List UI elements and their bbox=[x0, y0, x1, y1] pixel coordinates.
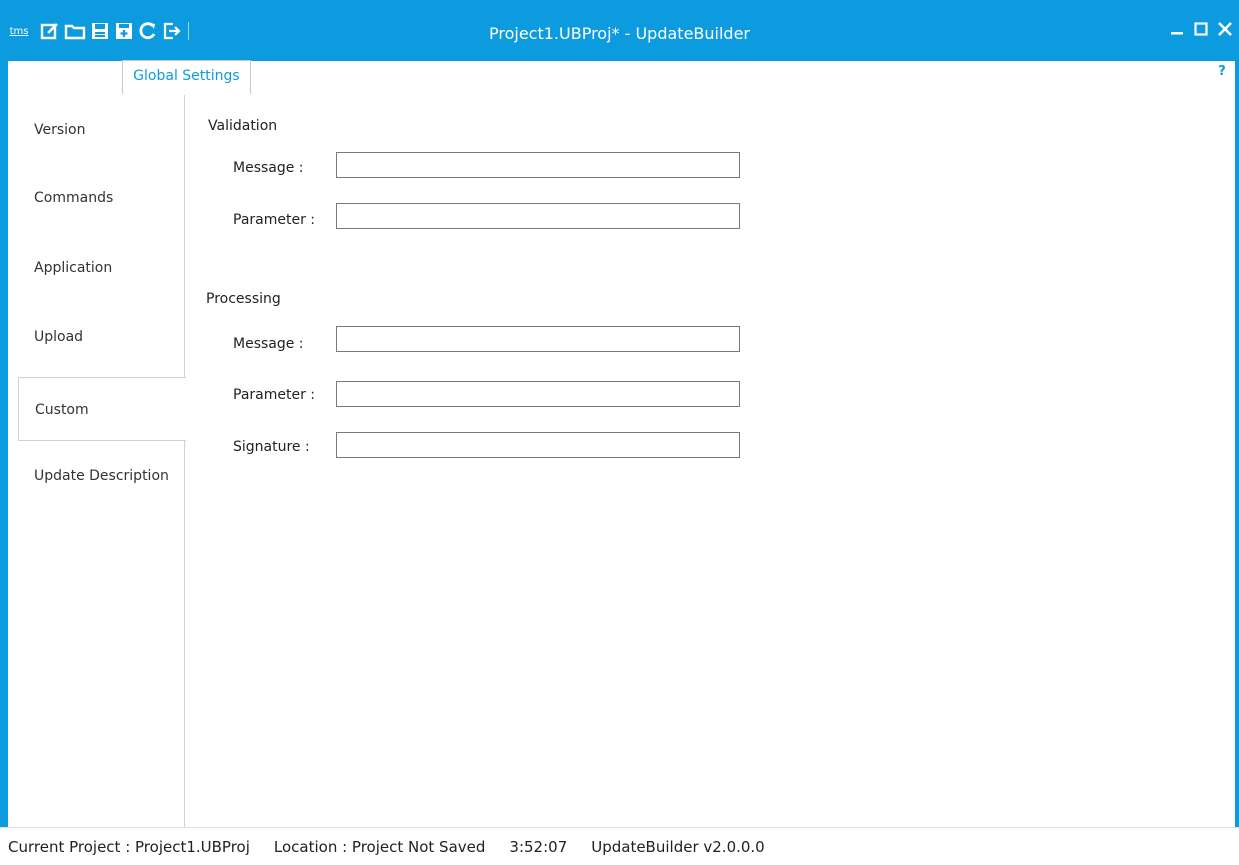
tab-global-settings[interactable]: Global Settings bbox=[122, 60, 251, 94]
validation-parameter-label: Parameter : bbox=[233, 212, 316, 228]
processing-message-input[interactable] bbox=[336, 326, 740, 352]
window-frame-right bbox=[1235, 61, 1239, 827]
status-current-project: Current Project : Project1.UBProj bbox=[8, 837, 250, 856]
status-version: UpdateBuilder v2.0.0.0 bbox=[591, 837, 765, 856]
toolbar-separator bbox=[188, 22, 189, 40]
validation-message-input[interactable] bbox=[336, 152, 740, 178]
status-time: 3:52:07 bbox=[509, 837, 568, 856]
ribbon-tabs: File Files Global Settings Update proces… bbox=[28, 60, 582, 94]
status-bar: Current Project : Project1.UBProj Locati… bbox=[0, 827, 1239, 865]
sidebar-item-version[interactable]: Version bbox=[18, 122, 184, 138]
sidebar-item-application[interactable]: Application bbox=[18, 260, 184, 276]
processing-signature-label: Signature : bbox=[233, 439, 310, 455]
window-controls bbox=[1169, 21, 1233, 41]
exit-icon[interactable] bbox=[162, 20, 182, 42]
tms-logo: tms bbox=[9, 25, 29, 37]
save-as-icon[interactable] bbox=[114, 20, 134, 42]
help-label: ? bbox=[1218, 63, 1226, 79]
open-icon[interactable] bbox=[64, 20, 86, 42]
tab-file[interactable]: File bbox=[28, 60, 71, 94]
tab-preview[interactable]: Preview bbox=[380, 60, 455, 94]
processing-message-label: Message : bbox=[233, 336, 304, 352]
save-icon[interactable] bbox=[90, 20, 110, 42]
tab-files[interactable]: Files bbox=[71, 60, 122, 94]
sidebar-item-update-description[interactable]: Update Description bbox=[18, 468, 184, 484]
processing-parameter-input[interactable] bbox=[336, 381, 740, 407]
maximize-icon[interactable] bbox=[1193, 21, 1209, 41]
processing-group-title: Processing bbox=[206, 291, 281, 307]
sidebar-item-custom[interactable]: Custom bbox=[18, 377, 186, 441]
window-frame-left bbox=[0, 61, 8, 827]
tab-update-process[interactable]: Update process bbox=[251, 60, 380, 94]
processing-parameter-label: Parameter : bbox=[233, 387, 316, 403]
help-icon[interactable]: ? bbox=[1213, 62, 1231, 80]
title-bar: tms Project1.UBProj* - UpdateBuilder bbox=[0, 0, 1239, 61]
quick-access-toolbar: tms bbox=[8, 20, 199, 42]
tab-project-logging[interactable]: Project Logging bbox=[454, 60, 582, 94]
sidebar-item-commands[interactable]: Commands bbox=[18, 190, 184, 206]
processing-signature-input[interactable] bbox=[336, 432, 740, 458]
minimize-icon[interactable] bbox=[1169, 21, 1185, 41]
sidebar-item-upload[interactable]: Upload bbox=[18, 329, 184, 345]
status-location: Location : Project Not Saved bbox=[273, 837, 486, 856]
validation-parameter-input[interactable] bbox=[336, 203, 740, 229]
close-icon[interactable] bbox=[1217, 21, 1233, 41]
refresh-icon[interactable] bbox=[138, 20, 158, 42]
new-icon[interactable] bbox=[40, 20, 60, 42]
validation-group-title: Validation bbox=[208, 118, 278, 134]
sidebar: Version Commands Application Upload Cust… bbox=[8, 95, 186, 827]
validation-message-label: Message : bbox=[233, 160, 304, 176]
custom-settings-panel: Validation Message : Parameter : Process… bbox=[185, 95, 1235, 827]
